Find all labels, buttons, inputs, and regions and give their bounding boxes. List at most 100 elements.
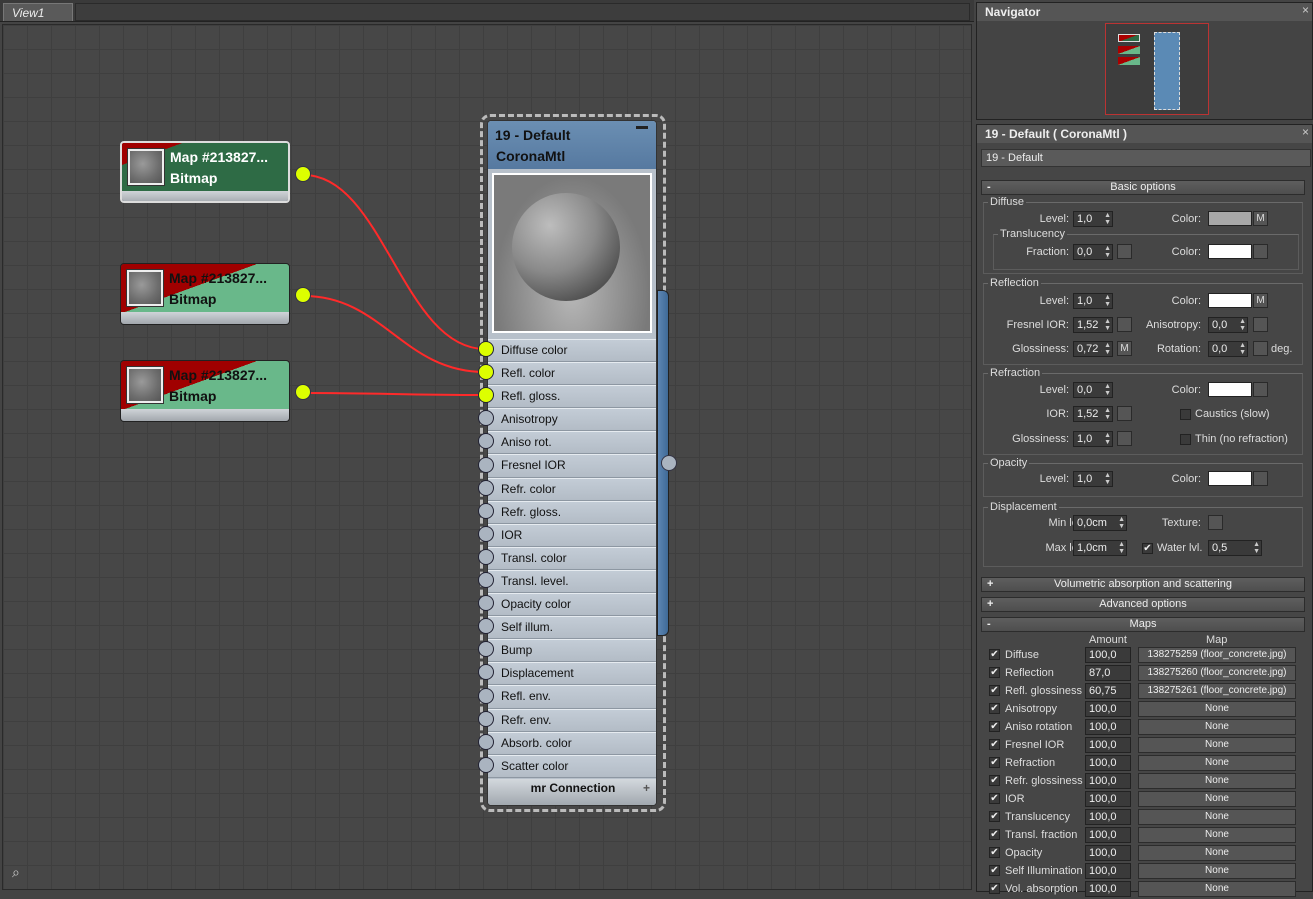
opacity-map-button[interactable] xyxy=(1253,471,1268,486)
rollout-maps[interactable]: - Maps xyxy=(981,617,1305,632)
map-slot-button[interactable]: None xyxy=(1138,773,1296,789)
map-slot-button[interactable]: 138275261 (floor_concrete.jpg) xyxy=(1138,683,1296,699)
port-row[interactable]: Anisotropy xyxy=(488,408,656,432)
port-row[interactable]: Transl. level. xyxy=(488,569,656,594)
map-amount-spinner[interactable]: 100,0 xyxy=(1085,773,1131,789)
port-row[interactable]: Scatter color xyxy=(488,754,656,778)
map-enabled-checkbox[interactable]: ✔ xyxy=(989,703,1000,714)
input-port[interactable] xyxy=(478,364,494,381)
refraction-level-spinner[interactable]: 0,0 ▲ ▼ xyxy=(1073,382,1113,398)
map-enabled-checkbox[interactable]: ✔ xyxy=(989,667,1000,678)
anisotropy-spinner[interactable]: 0,0 ▲ ▼ xyxy=(1208,317,1248,333)
map-amount-spinner[interactable]: 87,0 xyxy=(1085,665,1131,681)
port-row[interactable]: Refl. gloss. xyxy=(488,385,656,409)
port-row[interactable]: Refl. color xyxy=(488,362,656,386)
map-enabled-checkbox[interactable]: ✔ xyxy=(989,865,1000,876)
bitmap-node[interactable]: Map #213827... Bitmap xyxy=(120,263,290,325)
input-port[interactable] xyxy=(478,548,494,565)
map-amount-spinner[interactable]: 100,0 xyxy=(1085,719,1131,735)
displacement-min-spinner[interactable]: 0,0cm ▲ ▼ xyxy=(1073,515,1127,531)
translucency-fraction-map-button[interactable] xyxy=(1117,244,1132,259)
map-amount-spinner[interactable]: 100,0 xyxy=(1085,755,1131,771)
map-amount-spinner[interactable]: 100,0 xyxy=(1085,863,1131,879)
map-amount-spinner[interactable]: 100,0 xyxy=(1085,827,1131,843)
map-slot-button[interactable]: None xyxy=(1138,845,1296,861)
input-port[interactable] xyxy=(478,710,494,727)
refraction-map-button[interactable] xyxy=(1253,382,1268,397)
output-port[interactable] xyxy=(295,287,311,303)
map-slot-button[interactable]: None xyxy=(1138,863,1296,879)
map-amount-spinner[interactable]: 100,0 xyxy=(1085,809,1131,825)
rotation-map-button[interactable] xyxy=(1253,341,1268,356)
fresnel-ior-spinner[interactable]: 1,52 ▲ ▼ xyxy=(1073,317,1113,333)
displacement-max-spinner[interactable]: 1,0cm ▲ ▼ xyxy=(1073,540,1127,556)
port-row[interactable]: Fresnel IOR xyxy=(488,454,656,478)
map-amount-spinner[interactable]: 60,75 xyxy=(1085,683,1131,699)
input-port[interactable] xyxy=(478,595,494,612)
opacity-color-swatch[interactable] xyxy=(1208,471,1252,486)
input-port[interactable] xyxy=(478,733,494,750)
map-enabled-checkbox[interactable]: ✔ xyxy=(989,883,1000,894)
tab-view1[interactable]: View1 xyxy=(3,3,73,21)
navigator-viewport[interactable] xyxy=(1105,23,1209,115)
port-row[interactable]: Refr. env. xyxy=(488,708,656,732)
map-amount-spinner[interactable]: 100,0 xyxy=(1085,647,1131,663)
map-amount-spinner[interactable]: 100,0 xyxy=(1085,791,1131,807)
output-port[interactable] xyxy=(295,166,311,182)
port-row[interactable]: Absorb. color xyxy=(488,731,656,755)
reflection-glossiness-spinner[interactable]: 0,72 ▲ ▼ xyxy=(1073,341,1113,357)
map-slot-button[interactable]: 138275260 (floor_concrete.jpg) xyxy=(1138,665,1296,681)
map-amount-spinner[interactable]: 100,0 xyxy=(1085,701,1131,717)
bitmap-node[interactable]: Map #213827... Bitmap xyxy=(120,141,290,203)
reflection-level-spinner[interactable]: 1,0 ▲ ▼ xyxy=(1073,293,1113,309)
map-enabled-checkbox[interactable]: ✔ xyxy=(989,775,1000,786)
material-output-port[interactable] xyxy=(661,455,677,471)
translucency-fraction-spinner[interactable]: 0,0 ▲ ▼ xyxy=(1073,244,1113,260)
rollout-advanced[interactable]: + Advanced options xyxy=(981,597,1305,612)
map-slot-button[interactable]: None xyxy=(1138,827,1296,843)
port-row[interactable]: Refl. env. xyxy=(488,685,656,709)
diffuse-color-swatch[interactable] xyxy=(1208,211,1252,226)
bitmap-node[interactable]: Map #213827... Bitmap xyxy=(120,360,290,422)
map-enabled-checkbox[interactable]: ✔ xyxy=(989,649,1000,660)
port-row[interactable]: Refr. color xyxy=(488,477,656,501)
water-level-spinner[interactable]: 0,5 ▲ ▼ xyxy=(1208,540,1262,556)
reflection-map-button[interactable]: M xyxy=(1253,293,1268,308)
refraction-color-swatch[interactable] xyxy=(1208,382,1252,397)
map-enabled-checkbox[interactable]: ✔ xyxy=(989,793,1000,804)
map-slot-button[interactable]: 138275259 (floor_concrete.jpg) xyxy=(1138,647,1296,663)
close-icon[interactable]: × xyxy=(1302,3,1309,17)
refr-gloss-map-button[interactable] xyxy=(1117,431,1132,446)
map-enabled-checkbox[interactable]: ✔ xyxy=(989,829,1000,840)
thin-checkbox[interactable] xyxy=(1180,434,1191,445)
caustics-checkbox[interactable] xyxy=(1180,409,1191,420)
input-port[interactable] xyxy=(478,572,494,588)
rotation-spinner[interactable]: 0,0 ▲ ▼ xyxy=(1208,341,1248,357)
input-port[interactable] xyxy=(478,479,494,496)
map-slot-button[interactable]: None xyxy=(1138,809,1296,825)
map-slot-button[interactable]: None xyxy=(1138,881,1296,897)
input-port[interactable] xyxy=(478,341,494,357)
map-slot-button[interactable]: None xyxy=(1138,791,1296,807)
port-row[interactable]: Transl. color xyxy=(488,546,656,570)
map-amount-spinner[interactable]: 100,0 xyxy=(1085,881,1131,897)
map-enabled-checkbox[interactable]: ✔ xyxy=(989,685,1000,696)
close-icon[interactable]: × xyxy=(1302,125,1309,139)
translucency-color-swatch[interactable] xyxy=(1208,244,1252,259)
map-slot-button[interactable]: None xyxy=(1138,719,1296,735)
diffuse-level-spinner[interactable]: 1,0 ▲ ▼ xyxy=(1073,211,1113,227)
material-name-field[interactable]: 19 - Default xyxy=(981,149,1311,167)
map-enabled-checkbox[interactable]: ✔ xyxy=(989,739,1000,750)
diffuse-map-button[interactable]: M xyxy=(1253,211,1268,226)
port-row[interactable]: Diffuse color xyxy=(488,339,656,363)
map-slot-button[interactable]: None xyxy=(1138,701,1296,717)
opacity-level-spinner[interactable]: 1,0 ▲ ▼ xyxy=(1073,471,1113,487)
rollout-volumetric[interactable]: + Volumetric absorption and scattering xyxy=(981,577,1305,592)
map-amount-spinner[interactable]: 100,0 xyxy=(1085,845,1131,861)
port-row[interactable]: Opacity color xyxy=(488,593,656,617)
collapse-icon[interactable] xyxy=(636,126,648,129)
map-enabled-checkbox[interactable]: ✔ xyxy=(989,721,1000,732)
input-port[interactable] xyxy=(478,456,494,473)
water-level-checkbox[interactable]: ✔ xyxy=(1142,543,1153,554)
map-amount-spinner[interactable]: 100,0 xyxy=(1085,737,1131,753)
